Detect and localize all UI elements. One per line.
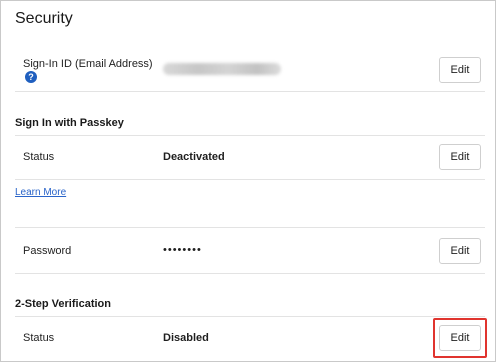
passkey-status-label: Status bbox=[23, 151, 55, 163]
password-edit-button[interactable]: Edit bbox=[439, 238, 481, 264]
signin-id-label: Sign-In ID (Email Address) bbox=[23, 58, 153, 70]
two-step-status-label: Status bbox=[23, 332, 55, 344]
divider bbox=[15, 179, 485, 180]
password-masked-value: •••••••• bbox=[163, 244, 202, 256]
page-title: Security bbox=[15, 10, 73, 27]
divider bbox=[15, 135, 485, 136]
highlight-box bbox=[433, 318, 487, 358]
passkey-section-heading: Sign In with Passkey bbox=[15, 117, 124, 129]
divider bbox=[15, 273, 485, 274]
learn-more-link[interactable]: Learn More bbox=[15, 187, 66, 198]
signin-id-edit-button[interactable]: Edit bbox=[439, 57, 481, 83]
email-value-redacted bbox=[163, 63, 281, 75]
divider bbox=[15, 316, 485, 317]
password-label: Password bbox=[23, 245, 72, 257]
passkey-edit-button[interactable]: Edit bbox=[439, 144, 481, 170]
two-step-section-heading: 2-Step Verification bbox=[15, 298, 111, 310]
two-step-status-value: Disabled bbox=[163, 332, 209, 344]
divider bbox=[15, 227, 485, 228]
passkey-status-value: Deactivated bbox=[163, 151, 225, 163]
security-panel: Security Sign-In ID (Email Address) ? Ed… bbox=[0, 0, 496, 362]
question-circle-icon[interactable]: ? bbox=[25, 71, 37, 83]
divider bbox=[15, 91, 485, 92]
